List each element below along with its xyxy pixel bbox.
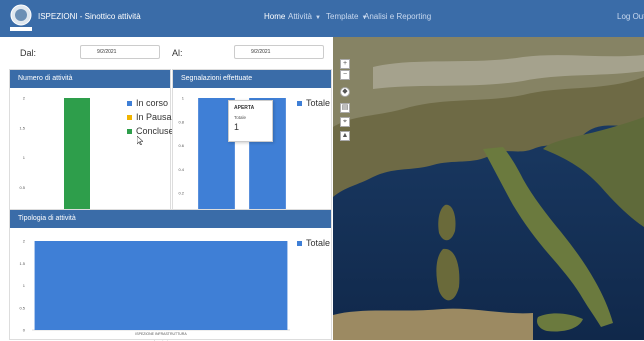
y-tick-label: 1.5 xyxy=(19,261,25,266)
panel-tipologia: Tipologia di attività 0 0.5 1 1.5 2 ISPEZIONE… xyxy=(9,209,332,341)
nav-template-dropdown[interactable]: Template ▼ xyxy=(326,12,367,21)
nav-home[interactable]: Home xyxy=(264,12,285,21)
nav-attivita-dropdown[interactable]: Attività ▼ xyxy=(288,12,321,21)
legend-swatch xyxy=(127,128,132,134)
logout-link[interactable]: Log Out xyxy=(617,12,644,21)
legend-swatch xyxy=(127,114,132,120)
legend-label: Totale xyxy=(306,98,331,108)
nav-analisi[interactable]: Analisi e Reporting xyxy=(364,12,431,21)
x-tick-label: ISPEZIONE INFRASTRUTTURA xyxy=(135,332,187,336)
legend-item-totale[interactable]: Totale xyxy=(297,97,330,109)
y-tick-label: 1 xyxy=(182,96,185,101)
top-navbar: ISPEZIONI - Sinottico attività Home Atti… xyxy=(0,0,644,37)
y-tick-label: 1 xyxy=(23,283,26,288)
tooltip-series: Totale xyxy=(234,115,247,120)
legend-item-in-pausa[interactable]: In Pausa xyxy=(127,111,174,123)
chart-bar xyxy=(34,241,288,330)
panel-title: Numero di attività xyxy=(10,70,170,88)
y-tick-label: 1.5 xyxy=(19,125,25,130)
y-tick-label: 0 xyxy=(23,328,26,333)
legend-item-concluse[interactable]: Concluse xyxy=(127,125,174,137)
app-logo-icon xyxy=(10,4,32,31)
zoom-out-button[interactable]: − xyxy=(340,70,350,80)
legend-label: Concluse xyxy=(136,126,174,136)
y-tick-label: 0.5 xyxy=(19,185,25,190)
nav-attivita-label: Attività xyxy=(288,12,313,21)
zoom-in-button[interactable]: + xyxy=(340,59,350,69)
legend-label: In corso xyxy=(136,98,169,108)
y-tick-label: 0.2 xyxy=(178,191,184,196)
satellite-map[interactable]: + − ◆ ▤ ⌖ ▲ xyxy=(333,37,644,340)
chart-bar xyxy=(64,98,90,217)
dal-label: Dal: xyxy=(20,48,37,58)
date-filter-row: Dal: Al: xyxy=(0,37,333,67)
y-tick-label: 0.6 xyxy=(178,143,184,148)
compass-icon[interactable]: ◆ xyxy=(340,87,350,97)
dal-date-input[interactable] xyxy=(80,45,160,59)
legend-numero: In corso In Pausa Concluse xyxy=(127,97,174,139)
map-image xyxy=(333,37,644,340)
location-pin-icon[interactable]: ⌖ xyxy=(340,117,350,127)
tooltip-value: 1 xyxy=(234,122,240,132)
legend-swatch xyxy=(127,100,132,106)
y-tick-label: 0.5 xyxy=(19,305,25,310)
y-tick-label: 1 xyxy=(23,155,26,160)
legend-tipologia: Totale xyxy=(297,237,330,251)
north-arrow-icon[interactable]: ▲ xyxy=(340,131,350,141)
y-tick-label: 2 xyxy=(23,96,26,101)
chart-tipologia: 00.511.52ISPEZIONE INFRASTRUTTURAIspezio… xyxy=(19,239,290,341)
legend-label: In Pausa xyxy=(136,112,172,122)
legend-swatch xyxy=(297,240,302,246)
layers-icon[interactable]: ▤ xyxy=(340,103,350,113)
app-title: ISPEZIONI - Sinottico attività xyxy=(38,12,141,21)
panel-title: Tipologia di attività xyxy=(10,210,331,228)
mouse-cursor-icon xyxy=(137,136,143,145)
chart-tooltip: APERTA Totale 1 xyxy=(228,100,273,142)
legend-item-totale[interactable]: Totale xyxy=(297,237,330,249)
y-tick-label: 0.8 xyxy=(178,119,184,124)
y-tick-label: 0.4 xyxy=(178,167,184,172)
al-date-input[interactable] xyxy=(234,45,324,59)
y-tick-label: 2 xyxy=(23,239,26,244)
legend-swatch xyxy=(297,100,302,106)
legend-item-in-corso[interactable]: In corso xyxy=(127,97,174,109)
panel-title: Segnalazioni effettuate xyxy=(173,70,331,88)
nav-template-label: Template xyxy=(326,12,359,21)
al-label: Al: xyxy=(172,48,183,58)
dashboard-panel: Dal: Al: Numero di attività 00.511.522Is… xyxy=(0,37,333,341)
tooltip-category: APERTA xyxy=(234,105,255,111)
legend-segnalazioni: Totale xyxy=(297,97,330,111)
caret-down-icon: ▼ xyxy=(315,15,321,21)
legend-label: Totale xyxy=(306,238,331,248)
